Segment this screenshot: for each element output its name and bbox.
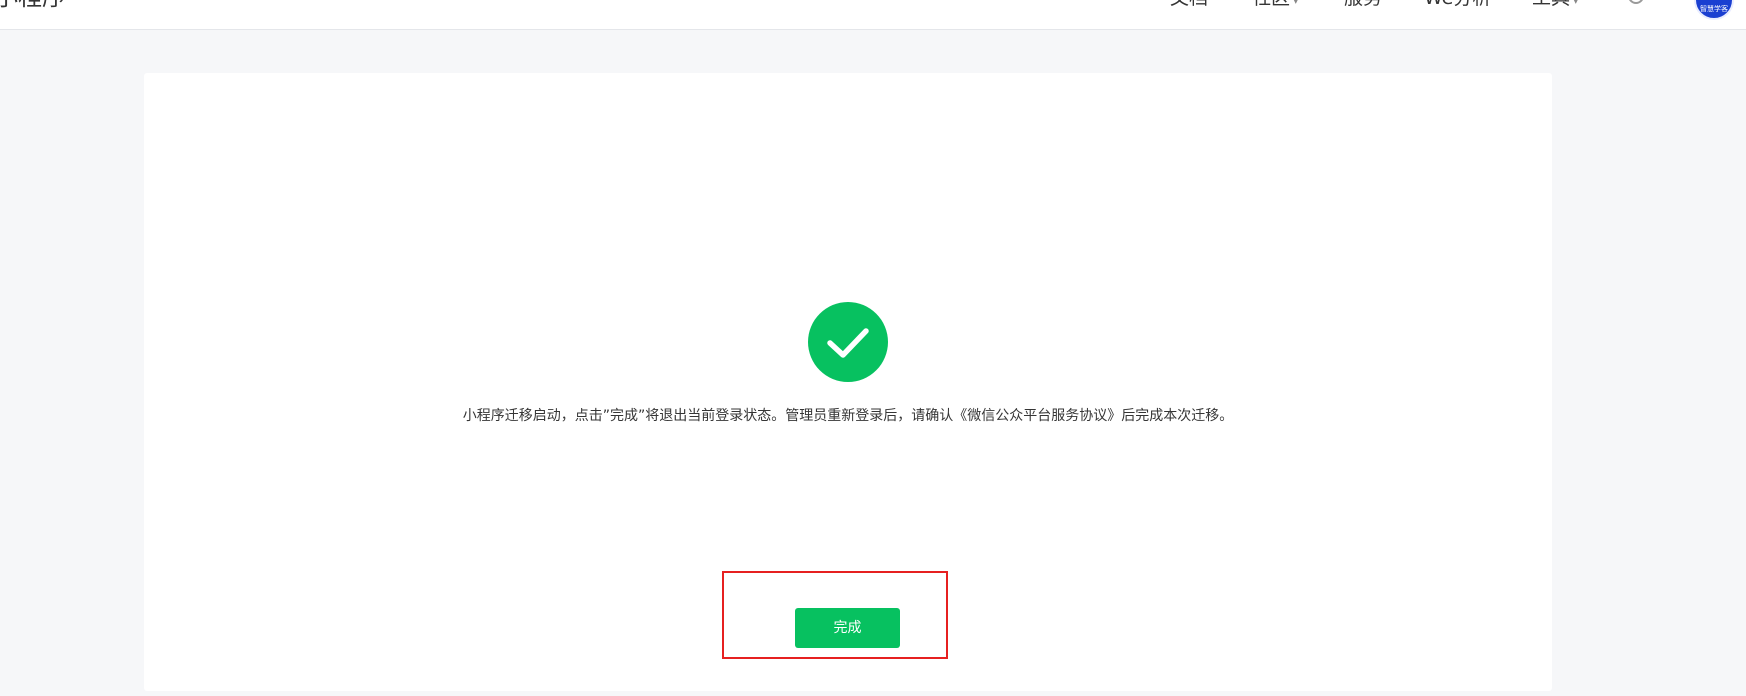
chevron-down-icon: ▾ [1573,0,1579,7]
nav-item-we-analytics-label: We分析 [1424,0,1491,9]
nav-item-community-label: 社区 [1252,0,1290,9]
top-navigation-bar: 小程序 文档 社区▾ 服务 We分析 工具▾ 智慧学客 [0,0,1746,30]
nav-item-community[interactable]: 社区▾ [1252,0,1299,16]
avatar[interactable]: 智慧学客 [1694,0,1734,20]
check-circle-icon [808,302,888,382]
nav-item-we-analytics[interactable]: We分析 [1424,0,1491,13]
done-button[interactable]: 完成 [795,608,900,648]
nav-item-docs[interactable]: 文档 [1170,0,1208,13]
nav-item-docs-label: 文档 [1170,0,1208,9]
gear-icon[interactable] [1626,0,1646,6]
avatar-text: 智慧学客 [1700,5,1728,13]
nav-item-tools[interactable]: 工具▾ [1532,0,1579,16]
nav-item-tools-label: 工具 [1532,0,1570,9]
nav-item-services-label: 服务 [1344,0,1382,9]
chevron-down-icon: ▾ [1293,0,1299,7]
brand-title[interactable]: 小程序 [0,0,66,12]
result-message: 小程序迁移启动，点击”完成”将退出当前登录状态。管理员重新登录后，请确认《微信公… [462,408,1234,424]
nav-item-services[interactable]: 服务 [1344,0,1382,13]
